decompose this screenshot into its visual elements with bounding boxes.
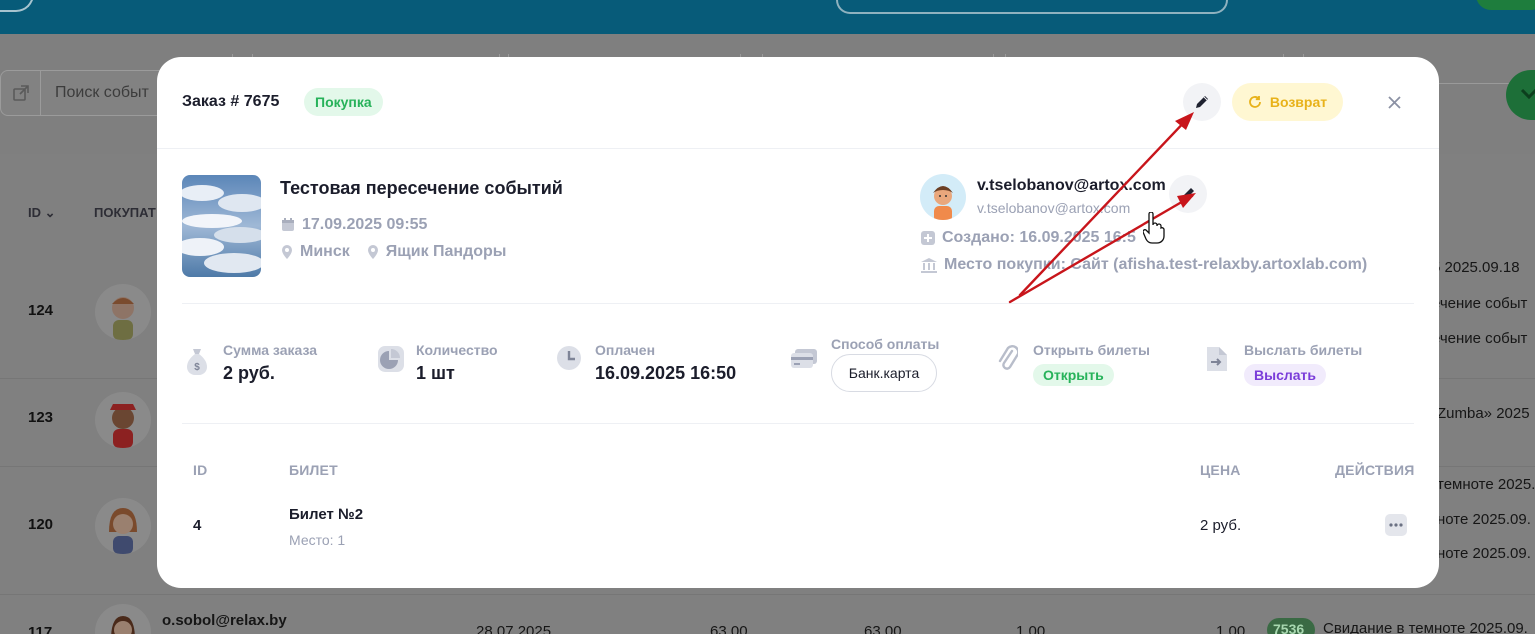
stat-amount-label: Сумма заказа [223,342,318,358]
paperclip-icon [998,345,1018,370]
purchase-place: Место покупки: Сайт (afisha.test-relaxby… [921,256,1367,274]
event-venue: Ящик Пандоры [385,243,507,260]
column-header-buyer[interactable]: ПОКУПАТ [94,205,156,220]
avatar [95,498,151,554]
stat-send-label: Выслать билеты [1244,342,1363,358]
bank-icon [921,257,937,273]
header-search[interactable] [836,0,1228,14]
chevron-down-icon [1520,88,1535,100]
refund-button[interactable]: Возврат [1232,83,1343,121]
avatar [95,392,151,448]
row-cell-text: темноте 2025.09. [1437,476,1535,493]
location-pin-icon [367,245,378,259]
plus-square-icon [921,231,935,245]
event-image [182,175,261,277]
avatar [920,174,966,220]
row-email: o.sobol@relax.by [162,612,287,629]
event-location: Минск Ящик Пандоры [281,243,506,261]
more-icon [1389,523,1403,527]
edit-order-button[interactable] [1183,83,1221,121]
stat-payment-label: Способ оплаты [831,336,940,352]
column-header-id: ID [193,462,208,478]
card-icon [791,349,817,368]
order-modal: Заказ # 7675 Покупка Возврат Тестовая пе… [157,57,1439,588]
row-cell-text: ечение событ [1432,295,1528,312]
row-id: 120 [28,516,54,533]
ticket-price: 2 руб. [1200,517,1242,534]
stat-open-label: Открыть билеты [1033,342,1150,358]
row-cell-text: 1.00 [1016,623,1046,634]
chevron-down-icon: ⌄ [44,205,56,220]
pencil-icon [1182,188,1194,200]
avatar [95,284,151,340]
row-actions-button[interactable] [1385,514,1407,536]
clock-icon [557,346,581,370]
money-bag-icon: $ [187,349,207,375]
close-button[interactable] [1383,91,1405,113]
close-icon [1387,95,1401,109]
row-cell-text: 5 2025.09.18 [1432,259,1520,276]
row-id: 124 [28,302,54,319]
row-cell-text: Zumba» 2025 [1437,405,1530,422]
order-created: Создано: 16.09.2025 16:5 [921,229,1136,247]
stat-amount-value: 2 руб. [223,363,275,383]
event-datetime: 17.09.2025 09:55 [281,216,427,234]
hand-cursor-icon [1143,212,1165,244]
payment-method-chip[interactable]: Банк.карта [831,354,937,392]
app-header [0,0,1535,34]
customer-name: v.tselobanov@artox.com [977,177,1166,194]
ticket-name: Билет №2 [289,506,364,523]
row-event: Свидание в темноте 2025.09. [1323,620,1528,634]
row-cell-text: ноте 2025.09. [1437,545,1531,562]
stat-paid-value: 16.09.2025 16:50 [595,363,737,383]
column-header-price: ЦЕНА [1200,462,1241,478]
order-type-badge: Покупка [304,88,383,116]
row-cell-text: ечение событ [1432,330,1528,347]
section-divider [182,303,1414,304]
location-pin-icon [282,245,292,259]
event-city: Минск [300,243,350,260]
row-date: 28.07.2025 [476,623,552,634]
calendar-icon [282,218,294,231]
row-divider [0,594,1535,595]
ticket-id: 4 [193,517,202,534]
send-file-icon [1207,347,1227,371]
pie-chart-icon [378,346,404,372]
column-header-ticket: БИЛЕТ [289,462,338,478]
send-tickets-button[interactable]: Выслать [1244,364,1326,386]
modal-header: Заказ # 7675 Покупка Возврат [157,57,1439,149]
edit-customer-button[interactable] [1169,175,1207,213]
row-cell-text: 63.00 [864,623,902,634]
row-id: 123 [28,409,54,426]
svg-text:$: $ [194,362,200,373]
column-header-id[interactable]: ID ⌄ [28,205,56,221]
pencil-icon [1196,96,1208,108]
header-action-button[interactable] [1476,0,1535,10]
column-header-actions: ДЕЙСТВИЯ [1335,462,1415,478]
stat-quantity-value: 1 шт [416,363,455,383]
row-cell-text: 63.00 [710,623,748,634]
event-search[interactable]: Поиск событ [0,70,170,116]
ticket-seat: Место: 1 [289,532,346,548]
event-search-placeholder: Поиск событ [55,84,149,101]
row-cell-text: 1.00 [1216,623,1246,634]
section-divider [182,423,1414,424]
customer-email: v.tselobanov@artox.com [977,200,1131,216]
row-cell-text: ноте 2025.09. [1437,511,1531,528]
refund-label: Возврат [1269,94,1328,110]
event-title: Тестовая пересечение событий [280,178,563,198]
status-badge: 7536 [1267,618,1315,634]
open-tickets-button[interactable]: Открыть [1033,364,1114,386]
external-link-icon[interactable] [1,71,41,115]
stat-paid-label: Оплачен [595,342,656,358]
order-title: Заказ # 7675 [182,93,280,110]
row-id: 117 [28,624,53,634]
refresh-icon [1249,96,1261,108]
app-logo [0,0,34,12]
stat-quantity-label: Количество [416,342,498,358]
